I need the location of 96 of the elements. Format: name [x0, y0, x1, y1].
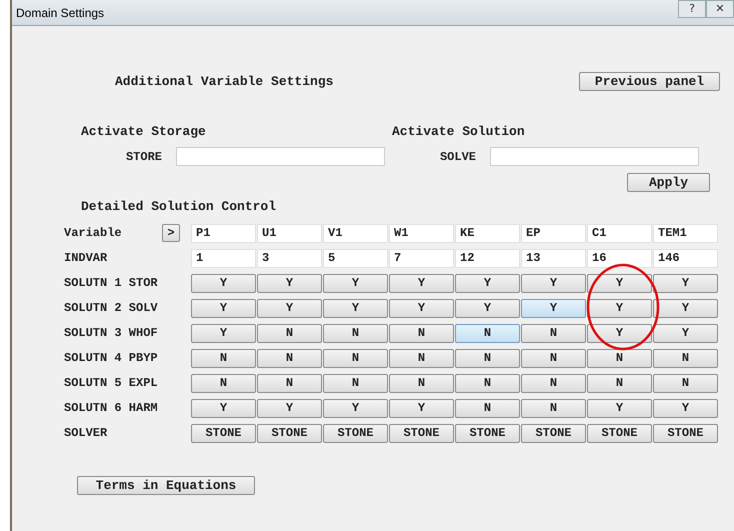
row-label: SOLUTN 6 HARM — [64, 400, 159, 417]
variable-field[interactable]: U1 — [257, 224, 322, 242]
row-label: INDVAR — [64, 250, 108, 267]
toggle-button[interactable]: Y — [323, 298, 388, 318]
help-button[interactable]: ? — [678, 0, 706, 18]
toggle-button[interactable]: Y — [587, 398, 652, 418]
toggle-button[interactable]: N — [323, 374, 388, 392]
toggle-button[interactable]: Y — [191, 324, 256, 342]
toggle-button[interactable]: Y — [455, 274, 520, 292]
field-label: STORE — [124, 148, 163, 166]
variable-field[interactable]: EP — [521, 224, 586, 242]
toggle-button[interactable]: STONE — [455, 424, 520, 442]
toggle-button[interactable]: N — [389, 374, 454, 392]
toggle-button[interactable]: N — [653, 374, 718, 392]
toggle-button[interactable]: Y — [587, 298, 652, 318]
toggle-button[interactable]: N — [521, 324, 586, 342]
apply-button[interactable]: Apply — [627, 173, 710, 192]
variable-field[interactable]: V1 — [323, 224, 388, 242]
row-label: SOLUTN 3 WHOF — [64, 325, 159, 342]
toggle-button[interactable]: N — [257, 348, 322, 368]
toggle-button[interactable]: Y — [389, 274, 454, 292]
toggle-button[interactable]: Y — [653, 398, 718, 418]
toggle-button[interactable]: STONE — [257, 424, 322, 442]
toggle-button[interactable]: N — [389, 324, 454, 342]
row-label: SOLUTN 4 PBYP — [64, 350, 159, 367]
toggle-button[interactable]: Y — [653, 324, 718, 342]
toggle-button[interactable]: N — [455, 348, 520, 368]
store-field[interactable] — [176, 147, 385, 166]
toggle-button[interactable]: Y — [521, 298, 586, 318]
toggle-button[interactable]: N — [323, 324, 388, 342]
next-button[interactable]: > — [162, 224, 180, 242]
row-label: SOLUTN 2 SOLV — [64, 300, 159, 317]
toggle-button[interactable]: N — [191, 374, 256, 392]
toggle-button[interactable]: Y — [323, 274, 388, 292]
toggle-button[interactable]: N — [191, 348, 256, 368]
toggle-button[interactable]: N — [455, 324, 520, 342]
terms-in-equations-button[interactable]: Terms in Equations — [77, 476, 255, 494]
row-label: SOLUTN 1 STOR — [64, 275, 159, 292]
toggle-button[interactable]: Y — [587, 324, 652, 342]
toggle-button[interactable]: N — [653, 348, 718, 368]
toggle-button[interactable]: STONE — [323, 424, 388, 442]
toggle-button[interactable]: N — [521, 348, 586, 368]
index-field[interactable]: 13 — [521, 248, 586, 268]
variable-field[interactable]: W1 — [389, 224, 454, 242]
panel-heading: Additional Variable Settings — [115, 73, 334, 91]
variable-field[interactable]: KE — [455, 224, 520, 242]
index-field[interactable]: 16 — [587, 248, 652, 268]
section-title: Activate Solution — [392, 122, 525, 140]
toggle-button[interactable]: N — [521, 398, 586, 418]
index-field[interactable]: 7 — [389, 248, 454, 268]
toggle-button[interactable]: N — [587, 348, 652, 368]
toggle-button[interactable]: STONE — [653, 424, 718, 442]
index-field[interactable]: 146 — [653, 248, 718, 268]
toggle-button[interactable]: Y — [257, 398, 322, 418]
index-field[interactable]: 1 — [191, 248, 256, 268]
toggle-button[interactable]: N — [257, 324, 322, 342]
toggle-button[interactable]: N — [521, 374, 586, 392]
index-field[interactable]: 5 — [323, 248, 388, 268]
row-label: SOLVER — [64, 425, 108, 442]
toggle-button[interactable]: Y — [653, 274, 718, 292]
toggle-button[interactable]: STONE — [521, 424, 586, 442]
section-title: Activate Storage — [81, 122, 207, 140]
toggle-button[interactable]: Y — [389, 398, 454, 418]
toggle-button[interactable]: STONE — [389, 424, 454, 442]
index-field[interactable]: 12 — [455, 248, 520, 268]
variable-field[interactable]: P1 — [191, 224, 256, 242]
toggle-button[interactable]: Y — [455, 298, 520, 318]
toggle-button[interactable]: Y — [653, 298, 718, 318]
variable-field[interactable]: TEM1 — [653, 224, 718, 242]
row-label: SOLUTN 5 EXPL — [64, 375, 159, 392]
toggle-button[interactable]: Y — [587, 274, 652, 292]
solve-field[interactable] — [490, 147, 699, 166]
toggle-button[interactable]: Y — [389, 298, 454, 318]
toggle-button[interactable]: Y — [323, 398, 388, 418]
row-label: Variable — [64, 225, 123, 242]
toggle-button[interactable]: N — [257, 374, 322, 392]
variable-field[interactable]: C1 — [587, 224, 652, 242]
toggle-button[interactable]: STONE — [587, 424, 652, 442]
toggle-button[interactable]: Y — [257, 298, 322, 318]
previous-panel-button[interactable]: Previous panel — [579, 72, 720, 92]
toggle-button[interactable]: STONE — [191, 424, 256, 442]
field-label: SOLVE — [438, 148, 477, 166]
toggle-button[interactable]: Y — [191, 298, 256, 318]
index-field[interactable]: 3 — [257, 248, 322, 268]
toggle-button[interactable]: Y — [521, 274, 586, 292]
window-title: Domain Settings — [16, 4, 104, 22]
toggle-button[interactable]: N — [455, 374, 520, 392]
toggle-button[interactable]: Y — [257, 274, 322, 292]
toggle-button[interactable]: N — [323, 348, 388, 368]
section-title: Detailed Solution Control — [80, 198, 278, 216]
toggle-button[interactable]: N — [455, 398, 520, 418]
close-button[interactable]: ✕ — [706, 0, 734, 18]
toggle-button[interactable]: N — [587, 374, 652, 392]
toggle-button[interactable]: Y — [191, 398, 256, 418]
toggle-button[interactable]: Y — [191, 274, 256, 292]
toggle-button[interactable]: N — [389, 348, 454, 368]
